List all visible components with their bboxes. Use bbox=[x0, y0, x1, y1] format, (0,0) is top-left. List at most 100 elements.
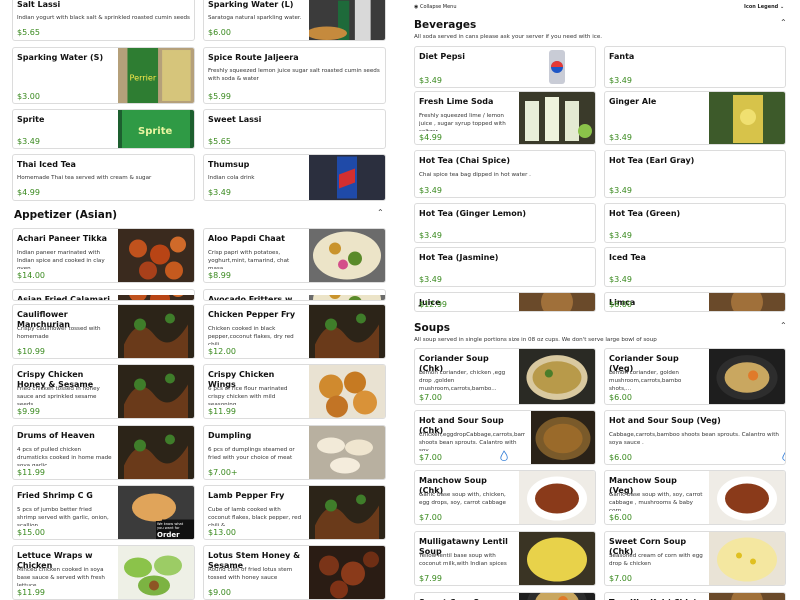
menu-item-card-hot-and-sour-soup-veg[interactable]: Hot and Sour Soup (Veg) Cabbage,carrots,b… bbox=[604, 410, 786, 465]
icon-legend-button[interactable]: Icon Legend ⌄ bbox=[744, 4, 784, 10]
menu-item-card-tom-kha-kai-chk[interactable]: Tom Kha Kai ( Chk ) bbox=[604, 592, 786, 600]
section-title-appetizer: Appetizer (Asian) bbox=[14, 209, 118, 221]
menu-item-card-spice-route-jaljeera[interactable]: Spice Route Jaljeera Freshly squeezed lem… bbox=[203, 47, 386, 104]
item-name: Sweet Lassi bbox=[208, 115, 262, 124]
item-description: Freshly squeezed lemon juice sugar salt … bbox=[208, 68, 380, 82]
menu-item-card-fresh-lime-soda[interactable]: Fresh Lime Soda Freshly squeezed lime / l… bbox=[414, 91, 596, 145]
menu-item-card-juice[interactable]: Juice $12.99 bbox=[414, 292, 596, 312]
spicy-flame-icon bbox=[781, 447, 785, 461]
item-photo bbox=[118, 229, 194, 282]
item-photo bbox=[709, 532, 785, 585]
left-menu-column: Salt Lassi Indian yogurt with black salt … bbox=[0, 0, 400, 600]
item-name: Spice Route Jaljeera bbox=[208, 53, 299, 62]
menu-item-card-lotus-stem-honey-sesame[interactable]: Lotus Stem Honey & Sesame Round cuts of f… bbox=[203, 545, 386, 600]
menu-item-card-thumsup[interactable]: Thumsup Indian cola drink $3.49 bbox=[203, 154, 386, 201]
item-name: Hot Tea (Jasmine) bbox=[419, 253, 499, 262]
menu-item-card-crispy-chicken-wings[interactable]: Crispy Chicken Wings 6 pcs of rice flour … bbox=[203, 364, 386, 419]
menu-item-card-hot-tea-jasmine[interactable]: Hot Tea (Jasmine) $3.49 bbox=[414, 247, 596, 287]
item-photo bbox=[519, 471, 595, 524]
menu-item-card-coriander-soup-veg[interactable]: Coriander Soup (Veg) Lemon coriander, gol… bbox=[604, 348, 786, 405]
item-price: $13.00 bbox=[208, 528, 236, 537]
promo-banner: We know what you want for Order bbox=[156, 521, 194, 539]
item-price: $12.99 bbox=[419, 300, 447, 309]
menu-item-card-sparking-water-l[interactable]: Sparking Water (L) Saratoga natural spark… bbox=[203, 0, 386, 41]
menu-item-card-limca[interactable]: Limca $6.00 bbox=[604, 292, 786, 312]
item-photo bbox=[309, 546, 385, 599]
item-name: Sprite bbox=[17, 115, 45, 124]
item-price: $10.99 bbox=[17, 347, 45, 356]
menu-item-card-sweet-lassi[interactable]: Sweet Lassi $5.65 bbox=[203, 109, 386, 149]
menu-item-card-iced-tea[interactable]: Iced Tea $3.49 bbox=[604, 247, 786, 287]
item-price: $3.49 bbox=[609, 133, 632, 142]
item-description: 4 pcs of pulled chicken drumsticks cooke… bbox=[17, 447, 112, 466]
item-description: Saratoga natural sparkling water. bbox=[208, 15, 302, 21]
item-photo bbox=[118, 546, 194, 599]
menu-item-card-lettuce-wraps-w-chicken[interactable]: Lettuce Wraps w Chicken Minced chicken co… bbox=[12, 545, 195, 600]
menu-item-card-dumpling[interactable]: Dumpling 6 pcs of dumplings steamed or fr… bbox=[203, 425, 386, 480]
menu-item-card-sweet-corn-soup-chk[interactable]: Sweet Corn Soup (Chk) Seasoned cream of c… bbox=[604, 531, 786, 586]
collapse-chevron-icon[interactable]: ⌃ bbox=[780, 321, 787, 330]
item-description: Indian cola drink bbox=[208, 175, 255, 181]
item-price: $5.65 bbox=[208, 137, 231, 146]
menu-item-card-salt-lassi[interactable]: Salt Lassi Indian yogurt with black salt … bbox=[12, 0, 195, 41]
item-description: Minced chicken cooked in soya base sauce… bbox=[17, 567, 105, 586]
menu-item-card-achari-paneer-tikka[interactable]: Achari Paneer Tikka Indian paneer marinat… bbox=[12, 228, 195, 283]
menu-item-card-chicken-pepper-fry[interactable]: Chicken Pepper Fry Chicken cooked in blac… bbox=[203, 304, 386, 359]
item-price: $11.99 bbox=[17, 588, 45, 597]
menu-item-card-crispy-chicken-honey-sesame[interactable]: Crispy Chicken Honey & Sesame Fried chick… bbox=[12, 364, 195, 419]
menu-item-card-manchow-soup-veg[interactable]: Manchow Soup (Veg) Garlic base soup with,… bbox=[604, 470, 786, 525]
item-photo bbox=[118, 290, 194, 300]
item-name: Aloo Papdi Chaat bbox=[208, 234, 285, 243]
menu-item-card-fanta[interactable]: Fanta $3.49 bbox=[604, 46, 786, 88]
item-price: $5.65 bbox=[17, 28, 40, 37]
menu-item-card-hot-and-sour-soup-chk[interactable]: Hot and Sour Soup (Chk) Chicken,eggdropCa… bbox=[414, 410, 596, 465]
item-name: Sparking Water (S) bbox=[17, 53, 104, 62]
menu-item-card-fried-shrimp-c-g[interactable]: Fried Shrimp C G 5 pcs of jumbo better fr… bbox=[12, 485, 195, 540]
menu-item-card-sparking-water-s[interactable]: Sparking Water (S) $3.00 Perrier bbox=[12, 47, 195, 104]
item-price: $3.49 bbox=[208, 188, 231, 197]
menu-item-card-sprite[interactable]: Sprite $3.49 Sprite bbox=[12, 109, 195, 149]
item-description: Lemon coriander, chicken ,egg drop ,gold… bbox=[419, 370, 506, 391]
item-price: $4.99 bbox=[17, 188, 40, 197]
item-photo bbox=[709, 349, 785, 404]
menu-item-card-aloo-papdi-chaat[interactable]: Aloo Papdi Chaat Crisp papri with potatoe… bbox=[203, 228, 386, 283]
item-description: Freshly squeezed lime / lemon juice , su… bbox=[419, 113, 506, 131]
item-name: Asian Fried Calamari bbox=[17, 295, 110, 301]
item-price: $8.99 bbox=[208, 271, 231, 280]
collapse-chevron-icon[interactable]: ⌃ bbox=[377, 208, 384, 217]
menu-item-card-coriander-soup-chk[interactable]: Coriander Soup (Chk) Lemon coriander, chi… bbox=[414, 348, 596, 405]
menu-item-card-diet-pepsi[interactable]: Diet Pepsi $3.49 bbox=[414, 46, 596, 88]
item-price: $3.49 bbox=[419, 275, 442, 284]
menu-item-card-asian-fried-calamari[interactable]: Asian Fried Calamari bbox=[12, 289, 195, 301]
menu-item-card-sweet-corn-soup-veg[interactable]: Sweet Corn Soup (Veg) bbox=[414, 592, 596, 600]
menu-item-card-thai-iced-tea[interactable]: Thai Iced Tea Homemade Thai tea served wi… bbox=[12, 154, 195, 201]
section-subtitle-soups: All soup served in single portions size … bbox=[414, 337, 657, 343]
menu-item-card-hot-tea-ginger-lemon[interactable]: Hot Tea (Ginger Lemon) $3.49 bbox=[414, 203, 596, 243]
item-description: Crispy cauliflower tossed with homemade bbox=[17, 326, 101, 340]
item-name: Drums of Heaven bbox=[17, 431, 95, 440]
menu-item-card-manchow-soup-chk[interactable]: Manchow Soup (Chk) Garlic base soup with,… bbox=[414, 470, 596, 525]
item-description: Crisp papri with potatoes, yoghurt,mint,… bbox=[208, 250, 290, 269]
menu-item-card-hot-tea-chai-spice[interactable]: Hot Tea (Chai Spice) Chai spice tea bag d… bbox=[414, 150, 596, 198]
item-price: $3.49 bbox=[609, 186, 632, 195]
item-name: Fanta bbox=[609, 52, 635, 61]
menu-item-card-cauliflower-manchurian[interactable]: Cauliflower Manchurian Crispy cauliflower… bbox=[12, 304, 195, 359]
item-name: Thumsup bbox=[208, 160, 250, 169]
menu-item-card-lamb-pepper-fry[interactable]: Lamb Pepper Fry Cube of lamb cooked with … bbox=[203, 485, 386, 540]
item-price: $9.99 bbox=[17, 407, 40, 416]
menu-item-card-mulligatawny-lentil-soup[interactable]: Mulligatawny Lentil Soup Yellow lentil ba… bbox=[414, 531, 596, 586]
menu-item-card-hot-tea-green[interactable]: Hot Tea (Green) $3.49 bbox=[604, 203, 786, 243]
item-name: Hot Tea (Green) bbox=[609, 209, 681, 218]
item-price: $15.00 bbox=[17, 528, 45, 537]
item-description: Round cuts of fried lotus stem tossed wi… bbox=[208, 567, 293, 581]
collapse-chevron-icon[interactable]: ⌃ bbox=[780, 18, 787, 27]
menu-item-card-ginger-ale[interactable]: Ginger Ale $3.49 bbox=[604, 91, 786, 145]
menu-item-card-avocado-fritters-w-dip[interactable]: Avocado Fritters w Dip bbox=[203, 289, 386, 301]
menu-item-card-hot-tea-earl-gray[interactable]: Hot Tea (Earl Gray) $3.49 bbox=[604, 150, 786, 198]
item-price: $14.00 bbox=[17, 271, 45, 280]
collapse-menu-button[interactable]: ◉ Collapse Menu bbox=[414, 4, 457, 10]
menu-item-card-drums-of-heaven[interactable]: Drums of Heaven 4 pcs of pulled chicken d… bbox=[12, 425, 195, 480]
item-name: Fried Shrimp C G bbox=[17, 491, 93, 500]
item-price: $3.49 bbox=[17, 137, 40, 146]
item-description: Seasoned cream of corn with egg drop & c… bbox=[609, 553, 703, 567]
